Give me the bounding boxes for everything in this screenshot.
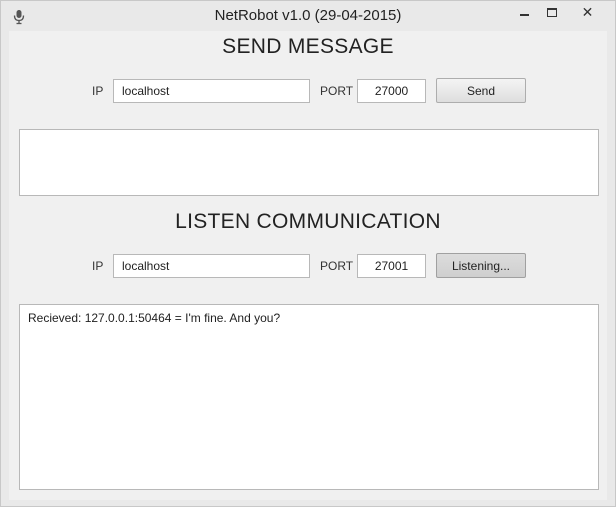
listen-heading: LISTEN COMMUNICATION (175, 210, 441, 233)
send-port-label: PORT (320, 84, 354, 98)
title-bar[interactable]: NetRobot v1.0 (29-04-2015) ✕ (1, 1, 615, 31)
send-message-textarea[interactable] (19, 129, 599, 196)
close-button[interactable]: ✕ (565, 1, 610, 23)
listen-ip-input[interactable] (113, 254, 310, 278)
send-ip-label: IP (92, 84, 104, 98)
minimize-button[interactable] (511, 1, 537, 23)
listening-button[interactable]: Listening... (436, 253, 526, 278)
close-icon: ✕ (581, 3, 594, 20)
send-button[interactable]: Send (436, 78, 526, 103)
received-log-textarea[interactable]: Recieved: 127.0.0.1:50464 = I'm fine. An… (19, 304, 599, 490)
send-heading: SEND MESSAGE (222, 35, 394, 58)
send-ip-input[interactable] (113, 79, 310, 103)
listen-ip-label: IP (92, 259, 104, 273)
client-area: SEND MESSAGE IP PORT Send LISTEN COMMUNI… (9, 31, 607, 500)
app-window: NetRobot v1.0 (29-04-2015) ✕ SEND MESSAG… (0, 0, 616, 507)
maximize-icon (547, 7, 557, 17)
maximize-button[interactable] (539, 1, 565, 23)
minimize-icon (519, 14, 529, 16)
listen-port-input[interactable] (357, 254, 426, 278)
send-port-input[interactable] (357, 79, 426, 103)
listen-port-label: PORT (320, 259, 354, 273)
